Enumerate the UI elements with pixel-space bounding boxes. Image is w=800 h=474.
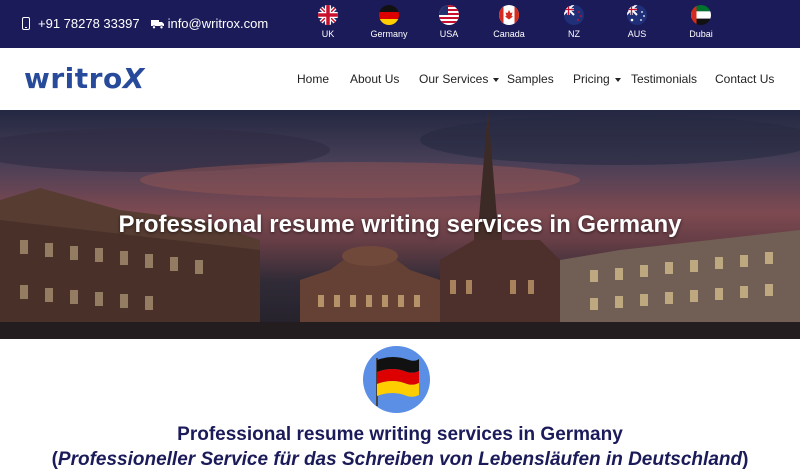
chevron-down-icon (493, 77, 500, 82)
hero-banner: Professional resume writing services in … (0, 110, 800, 339)
nav-item-testimonials[interactable]: Testimonials (631, 72, 697, 86)
subtitle-german-text: Professioneller Service für das Schreibe… (57, 449, 743, 470)
nav-item-home[interactable]: Home (297, 72, 329, 86)
hero-title: Professional resume writing services in … (118, 211, 682, 238)
main-navigation: writroX Home About Us Our Services Sampl… (0, 48, 800, 110)
flag-link-nz[interactable]: NZ (544, 4, 604, 39)
flag-link-dubai[interactable]: Dubai (671, 4, 731, 39)
flag-label-canada: Canada (493, 29, 525, 39)
usa-flag-icon (439, 5, 459, 25)
flag-label-germany: Germany (370, 29, 408, 39)
flag-link-usa[interactable]: USA (419, 4, 479, 39)
canada-flag-icon (499, 5, 519, 25)
truck-icon (150, 19, 164, 29)
top-contact-bar: +91 78278 33397 info@writrox.com UK Germ… (0, 0, 800, 48)
phone-number: +91 78278 33397 (38, 16, 140, 31)
nav-item-contact-us[interactable]: Contact Us (715, 72, 774, 86)
flag-label-aus: AUS (627, 29, 647, 39)
nav-item-pricing-label: Pricing (573, 72, 610, 86)
flag-link-canada[interactable]: Canada (479, 4, 539, 39)
germany-flag-icon (379, 5, 399, 25)
nav-menu: Home About Us Our Services Samples Prici… (0, 72, 800, 88)
phone-icon (22, 17, 30, 30)
flag-link-uk[interactable]: UK (298, 4, 358, 39)
email-link[interactable]: info@writrox.com (140, 16, 269, 31)
uk-flag-icon (318, 5, 338, 25)
flag-label-dubai: Dubai (689, 29, 713, 39)
email-address: info@writrox.com (167, 16, 269, 31)
phone-link[interactable]: +91 78278 33397 (22, 16, 140, 31)
flag-label-nz: NZ (568, 29, 580, 39)
contact-info: +91 78278 33397 info@writrox.com (22, 16, 268, 31)
uae-flag-icon (691, 5, 711, 25)
flag-link-aus[interactable]: AUS (607, 4, 667, 39)
germany-flag-badge (363, 346, 430, 413)
nav-item-our-services-label: Our Services (419, 72, 489, 86)
nav-item-pricing[interactable]: Pricing (573, 72, 621, 86)
nav-item-samples[interactable]: Samples (507, 72, 554, 86)
nav-item-about-us[interactable]: About Us (350, 72, 399, 86)
waving-germany-flag-icon (376, 357, 419, 406)
page-title: Professional resume writing services in … (177, 424, 623, 445)
chevron-down-icon (614, 77, 621, 82)
flag-label-uk: UK (321, 29, 335, 39)
page-subtitle: (Professioneller Service für das Schreib… (0, 449, 800, 471)
country-flags: UK Germany USA Canada NZ AUS Dubai (300, 4, 750, 44)
nav-item-our-services[interactable]: Our Services (419, 72, 500, 86)
australia-flag-icon (627, 5, 647, 25)
nz-flag-icon (564, 5, 584, 25)
flag-link-germany[interactable]: Germany (359, 4, 419, 39)
subtitle-close-paren: ) (742, 449, 749, 470)
flag-label-usa: USA (439, 29, 459, 39)
